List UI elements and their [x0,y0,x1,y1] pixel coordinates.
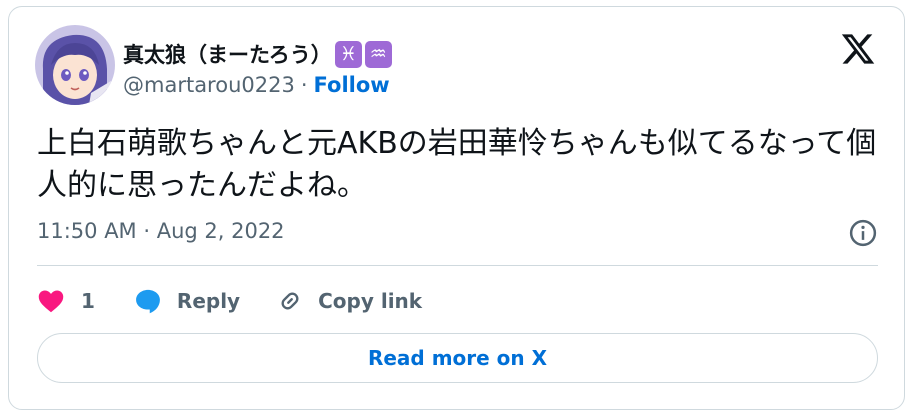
x-logo-icon[interactable] [840,31,876,67]
separator-dot: · [300,73,308,97]
link-icon [276,287,304,315]
pisces-icon: ♓ [334,40,362,68]
copy-link-button[interactable]: Copy link [276,287,422,315]
action-bar: 1 Reply Copy link [37,283,422,319]
avatar[interactable] [35,25,115,105]
like-count: 1 [81,289,95,313]
reply-label: Reply [176,289,241,313]
tweet-timestamp[interactable]: 11:50 AM · Aug 2, 2022 [37,219,285,243]
tweet-text: 上白石萌歌ちゃんと元AKBの岩田華怜ちゃんも似てるなって個人的に思ったんだよね。 [37,126,877,203]
aquarius-icon: ♒ [364,40,392,68]
avatar-image [35,25,115,105]
read-more-button[interactable]: Read more on X [37,333,878,383]
follow-button[interactable]: Follow [314,73,390,97]
author-name-row: 真太狼（まーたろう） ♓ ♒ [123,37,392,71]
copy-link-label: Copy link [318,289,423,313]
author-handle[interactable]: @martarou0223 [123,73,295,97]
divider [37,265,878,266]
author-handle-row: @martarou0223 · Follow [123,73,390,97]
like-button[interactable]: 1 [37,287,95,315]
reply-bubble-icon [133,287,163,315]
heart-icon [37,287,65,315]
display-name[interactable]: 真太狼（まーたろう） [123,39,332,69]
reply-button[interactable]: Reply [133,287,240,315]
info-icon[interactable] [848,218,878,248]
tweet-card: 真太狼（まーたろう） ♓ ♒ @martarou0223 · Follow 上白… [8,6,905,410]
